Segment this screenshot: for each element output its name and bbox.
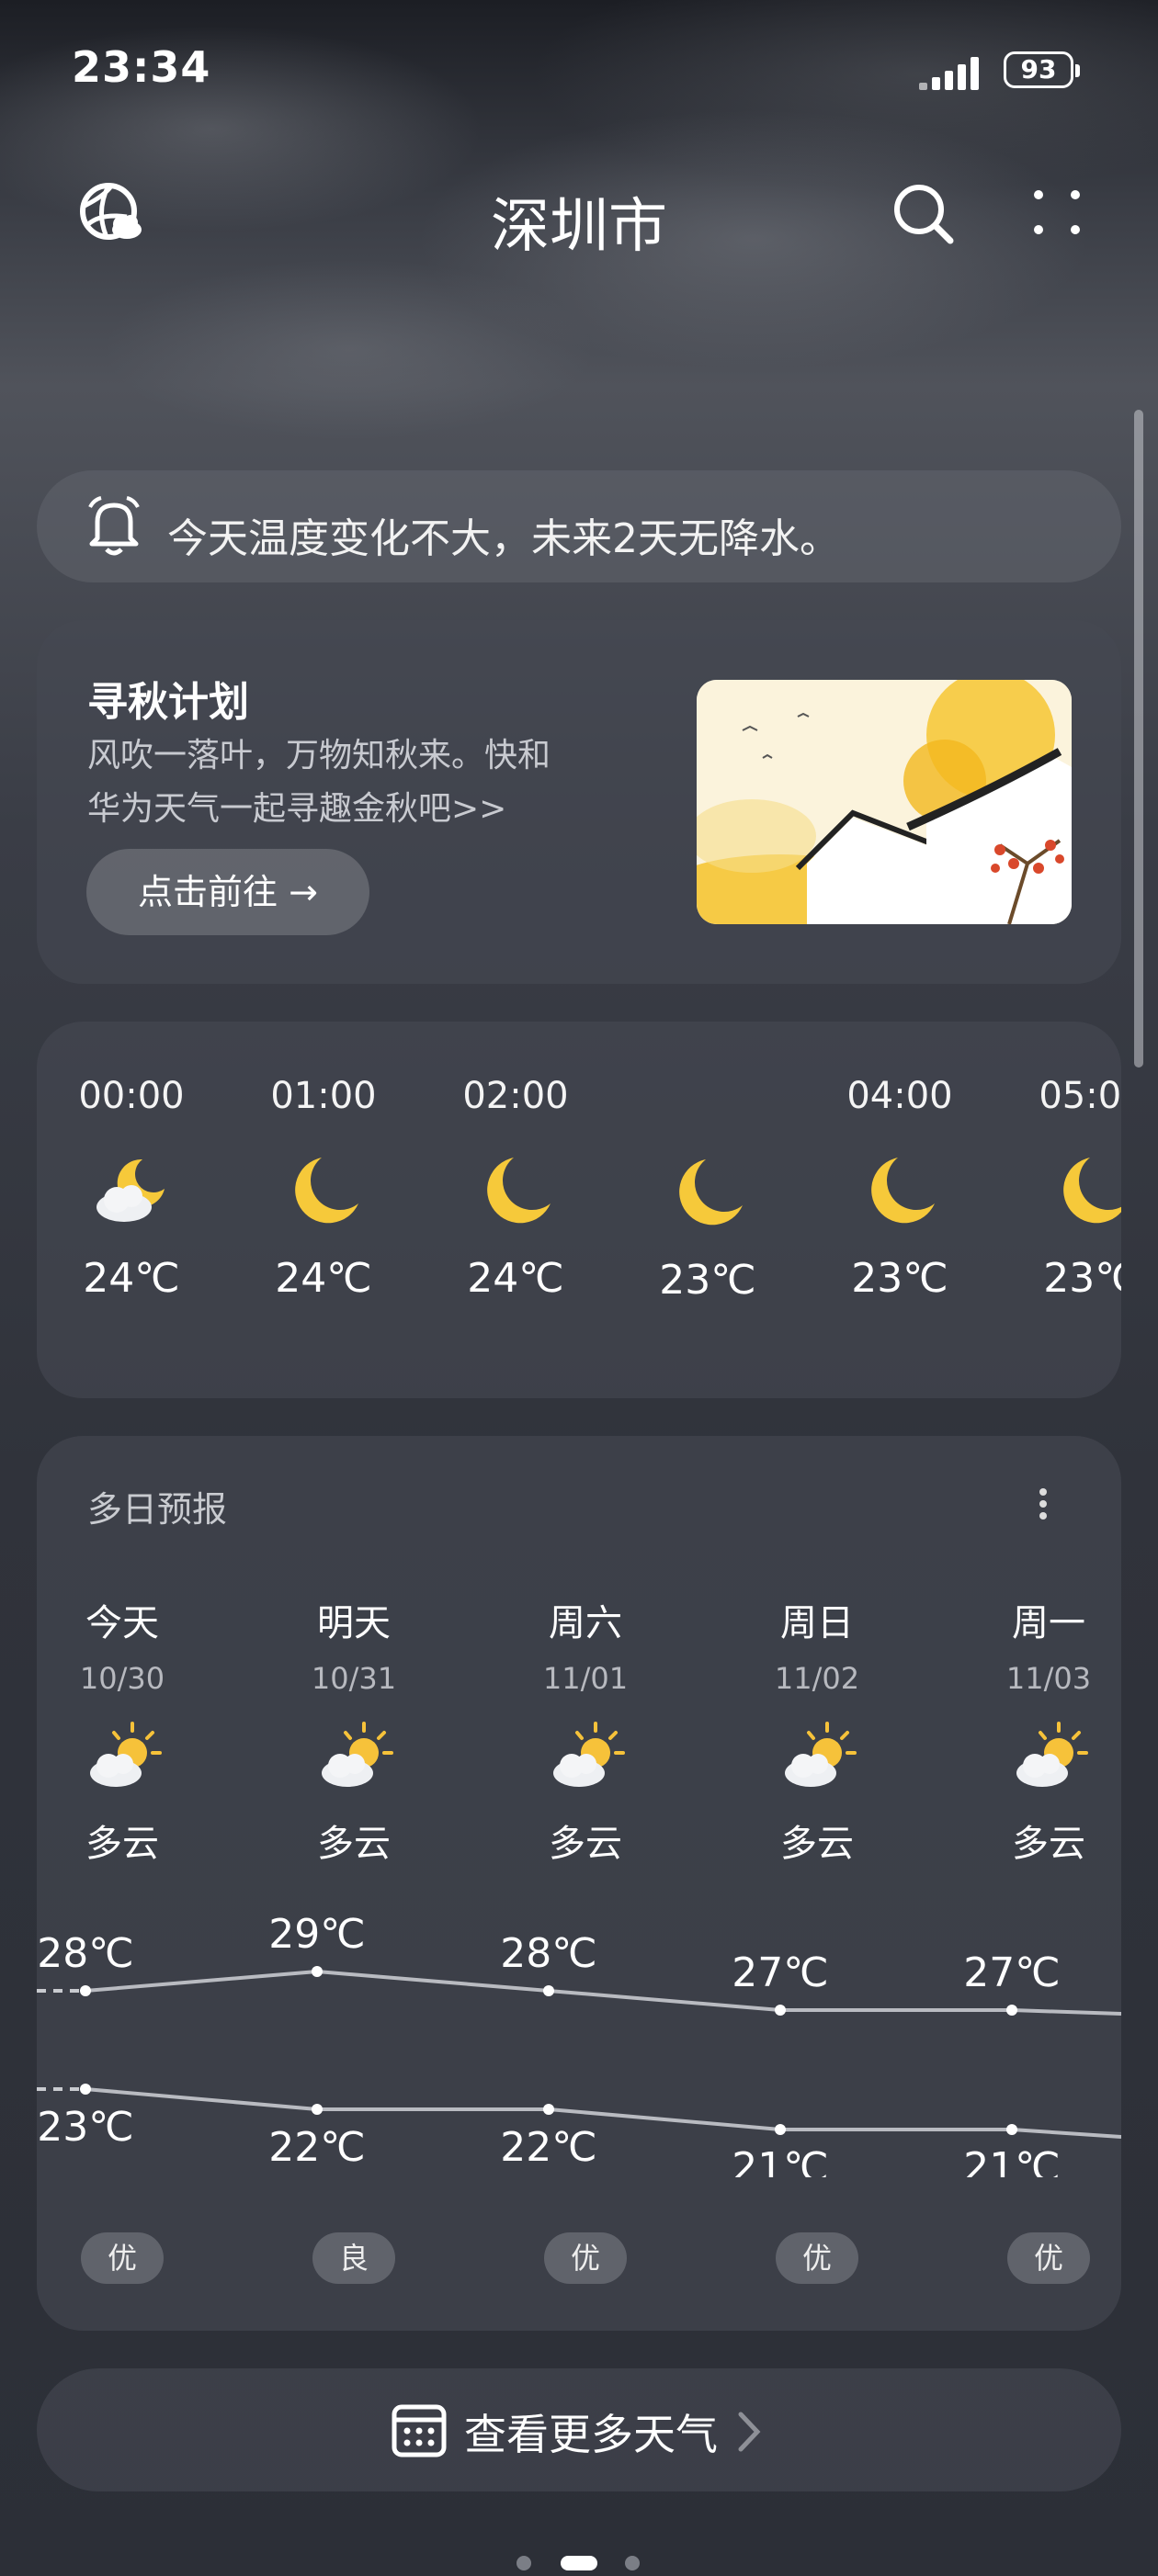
partly-cloudy-day-icon bbox=[957, 1712, 1141, 1813]
hourly-item: 23℃ bbox=[616, 1075, 800, 1304]
hour-temp: 24℃ bbox=[467, 1255, 564, 1302]
high-temp-label: 27℃ bbox=[963, 1949, 1060, 1996]
city-title[interactable]: 深圳市 bbox=[0, 179, 1158, 264]
hour-temp: 23℃ bbox=[1043, 1255, 1121, 1302]
hour-temp: 23℃ bbox=[851, 1255, 948, 1302]
high-temp-point bbox=[543, 1985, 554, 1996]
moon-icon bbox=[424, 1135, 607, 1255]
high-temp-point bbox=[312, 1966, 323, 1977]
partly-cloudy-day-icon bbox=[262, 1712, 446, 1813]
moon-icon bbox=[808, 1135, 992, 1255]
high-trend-segment bbox=[1011, 2008, 1121, 2016]
promo-title: 寻秋计划 bbox=[87, 679, 249, 726]
day-date: 10/31 bbox=[311, 1661, 397, 1696]
high-temp-label: 28℃ bbox=[37, 1930, 133, 1977]
day-date: 10/30 bbox=[79, 1661, 165, 1696]
hourly-forecast-card[interactable]: 00:00 24℃ 01:00 24℃ 02:00 24℃ 23℃ 04:00 … bbox=[37, 1022, 1121, 1398]
hour-time: 00:00 bbox=[78, 1075, 185, 1117]
autumn-illustration bbox=[697, 680, 1072, 924]
temperature-trend-chart: 28℃ 23℃ 29℃ 22℃ 28℃ 22℃ 27℃ 21℃ 27℃ 21℃ bbox=[37, 1911, 1121, 2177]
day-condition: 多云 bbox=[549, 1823, 622, 1865]
daily-item: 今天 10/30 多云 bbox=[30, 1593, 214, 1867]
low-temp-point bbox=[80, 2084, 91, 2095]
high-temp-point bbox=[1006, 2005, 1017, 2016]
hour-time: 02:00 bbox=[462, 1075, 569, 1117]
low-temp-label: 22℃ bbox=[500, 2124, 596, 2171]
day-name: 周六 bbox=[549, 1602, 622, 1644]
aqi-badge: 优 bbox=[81, 2232, 164, 2284]
high-temp-point bbox=[775, 2005, 786, 2016]
battery-indicator: 93 bbox=[1004, 51, 1080, 88]
more-dots-icon[interactable] bbox=[1020, 176, 1094, 250]
day-condition: 多云 bbox=[780, 1823, 854, 1865]
aqi-badge: 优 bbox=[1007, 2232, 1090, 2284]
daily-item: 周日 11/02 多云 bbox=[725, 1593, 909, 1867]
day-condition: 多云 bbox=[1012, 1823, 1085, 1865]
search-icon[interactable] bbox=[886, 176, 959, 250]
daily-item: 周一 11/03 多云 bbox=[957, 1593, 1141, 1867]
promo-go-button[interactable]: 点击前往 → bbox=[86, 849, 369, 935]
hourly-item: 02:00 24℃ bbox=[424, 1075, 607, 1302]
page-dot-active bbox=[561, 2556, 597, 2570]
low-temp-label: 21℃ bbox=[963, 2144, 1060, 2177]
calendar-icon bbox=[391, 2401, 448, 2458]
hour-temp: 24℃ bbox=[275, 1255, 372, 1302]
hour-time bbox=[616, 1075, 800, 1119]
day-date: 11/02 bbox=[774, 1661, 860, 1696]
moon-icon bbox=[1000, 1135, 1121, 1255]
signal-icon bbox=[919, 53, 993, 90]
hourly-item: 00:00 24℃ bbox=[40, 1075, 223, 1302]
promo-description: 风吹一落叶，万物知秋来。快和 华为天气一起寻趣金秋吧>> bbox=[87, 737, 551, 828]
aqi-badge: 优 bbox=[544, 2232, 627, 2284]
day-name: 明天 bbox=[317, 1602, 391, 1644]
low-temp-point bbox=[312, 2104, 323, 2115]
partly-cloudy-night-icon bbox=[40, 1135, 223, 1255]
aqi-badge: 良 bbox=[312, 2232, 395, 2284]
hour-temp: 23℃ bbox=[659, 1257, 756, 1304]
partly-cloudy-day-icon bbox=[725, 1712, 909, 1813]
low-temp-point bbox=[775, 2124, 786, 2135]
page-dot bbox=[625, 2556, 640, 2570]
day-name: 周一 bbox=[1012, 1602, 1085, 1644]
hour-time: 05:00 bbox=[1039, 1075, 1121, 1117]
moon-icon bbox=[616, 1137, 800, 1257]
high-temp-point bbox=[80, 1985, 91, 1996]
hourly-item: 05:00 23℃ bbox=[1000, 1075, 1121, 1302]
alert-text: 今天温度变化不大，未来2天无降水。 bbox=[167, 515, 840, 562]
day-date: 11/01 bbox=[542, 1661, 629, 1696]
day-condition: 多云 bbox=[85, 1823, 159, 1865]
day-date: 11/03 bbox=[1005, 1661, 1092, 1696]
daily-forecast-title: 多日预报 bbox=[87, 1489, 228, 1530]
moon-icon bbox=[232, 1135, 415, 1255]
low-temp-label: 21℃ bbox=[732, 2144, 828, 2177]
chevron-right-icon bbox=[735, 2409, 763, 2455]
day-name: 周日 bbox=[780, 1602, 854, 1644]
high-temp-label: 27℃ bbox=[732, 1949, 828, 1996]
low-temp-label: 23℃ bbox=[37, 2104, 133, 2151]
partly-cloudy-day-icon bbox=[494, 1712, 677, 1813]
hour-temp: 24℃ bbox=[83, 1255, 180, 1302]
daily-item: 明天 10/31 多云 bbox=[262, 1593, 446, 1867]
hour-time: 01:00 bbox=[270, 1075, 377, 1117]
low-trend-segment bbox=[1011, 2128, 1121, 2139]
page-dot bbox=[517, 2556, 531, 2570]
high-temp-label: 28℃ bbox=[500, 1930, 596, 1977]
scrollbar[interactable] bbox=[1134, 410, 1143, 1068]
daily-menu-icon[interactable] bbox=[1020, 1481, 1066, 1527]
daily-item: 周六 11/01 多云 bbox=[494, 1593, 677, 1867]
low-temp-point bbox=[1006, 2124, 1017, 2135]
bell-icon bbox=[85, 494, 143, 559]
low-temp-label: 22℃ bbox=[268, 2124, 365, 2171]
day-condition: 多云 bbox=[317, 1823, 391, 1865]
aqi-badge: 优 bbox=[776, 2232, 858, 2284]
high-temp-label: 29℃ bbox=[268, 1911, 365, 1958]
more-weather-label: 查看更多天气 bbox=[464, 2410, 718, 2459]
partly-cloudy-day-icon bbox=[30, 1712, 214, 1813]
hourly-item: 01:00 24℃ bbox=[232, 1075, 415, 1302]
hourly-item: 04:00 23℃ bbox=[808, 1075, 992, 1302]
hour-time: 04:00 bbox=[846, 1075, 953, 1117]
low-temp-point bbox=[543, 2104, 554, 2115]
day-name: 今天 bbox=[85, 1602, 159, 1644]
status-time: 23:34 bbox=[72, 42, 211, 92]
